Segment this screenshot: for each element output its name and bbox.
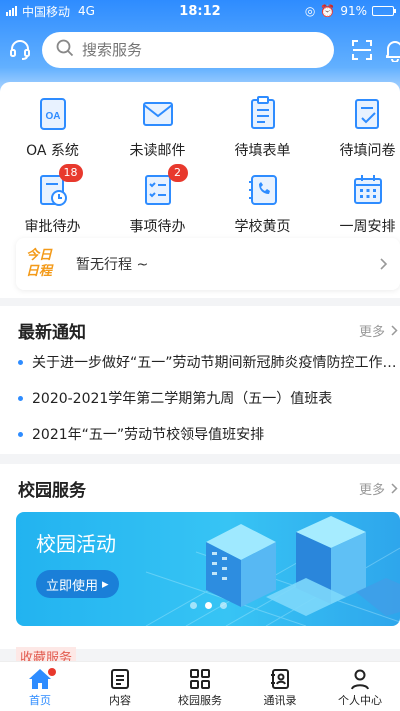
search-input[interactable] <box>82 41 302 59</box>
search-icon <box>56 39 74 61</box>
calendar-icon <box>348 170 388 210</box>
notification-bell-icon[interactable] <box>383 38 400 66</box>
user-icon <box>351 669 369 690</box>
apps-icon <box>190 669 210 689</box>
schedule-text: 暂无行程 ~ <box>76 257 149 273</box>
app-header <box>0 30 400 70</box>
use-now-label: 立即使用 <box>46 577 99 593</box>
quick-item-phonebook[interactable]: 学校黄页 <box>210 170 315 236</box>
tab-label: 校园服务 <box>178 694 222 707</box>
carousel-indicator <box>190 602 227 609</box>
quick-item-label: 学校黄页 <box>234 219 291 235</box>
section-title: 最新通知 <box>18 323 86 343</box>
quick-item-label: OA 系统 <box>26 143 79 159</box>
campus-activity-banner[interactable]: 校园活动 立即使用 ▸ <box>16 512 400 626</box>
quick-item-mail[interactable]: 未读邮件 <box>105 94 210 160</box>
quick-item-oa[interactable]: OA OA 系统 <box>0 94 105 160</box>
quick-item-form[interactable]: 待填表单 <box>210 94 315 160</box>
status-bar: 中国移动 4G 18:12 ◎ ⏰ 91% <box>0 0 400 22</box>
quick-item-label: 未读邮件 <box>129 143 186 159</box>
quick-item-label: 审批待办 <box>24 219 81 235</box>
clock: 18:12 <box>179 3 221 19</box>
approval-count-badge: 18 <box>58 164 83 182</box>
task-count-badge: 2 <box>167 164 188 182</box>
carousel-dot[interactable] <box>220 602 227 609</box>
task-icon: 2 <box>138 164 188 210</box>
form-icon <box>243 94 283 134</box>
quick-item-label: 一周安排 <box>339 219 396 235</box>
notice-item[interactable]: 2020-2021学年第二学期第九周（五一）值班表 <box>18 388 400 408</box>
quick-item-survey[interactable]: 待填问卷 <box>315 94 400 160</box>
battery-icon <box>372 6 396 16</box>
notice-item[interactable]: 2021年“五一”劳动节校领导值班安排 <box>18 424 400 444</box>
use-now-button[interactable]: 立即使用 ▸ <box>36 570 119 598</box>
tag-line-1: 今日 <box>26 248 53 263</box>
phone-book-icon <box>243 170 283 210</box>
tab-label: 首页 <box>29 694 51 707</box>
section-title: 校园服务 <box>18 481 86 501</box>
content-icon <box>111 669 129 689</box>
tab-campus-service[interactable]: 校园服务 <box>160 662 240 711</box>
quick-item-approval[interactable]: 18 审批待办 <box>0 164 105 236</box>
campus-more-link[interactable]: 更多 <box>359 479 398 498</box>
tab-profile[interactable]: 个人中心 <box>320 662 400 711</box>
banner-title: 校园活动 <box>36 532 116 556</box>
carousel-dot[interactable] <box>190 602 197 609</box>
mail-icon <box>138 94 178 134</box>
scan-icon[interactable] <box>350 38 374 66</box>
notice-more-link[interactable]: 更多 <box>359 321 398 340</box>
today-schedule-tag: 今日 日程 <box>26 248 70 280</box>
chevron-right-icon <box>391 325 398 336</box>
oa-icon: OA <box>33 94 73 134</box>
more-label: 更多 <box>358 483 385 498</box>
customer-service-icon[interactable] <box>8 38 32 66</box>
contacts-icon <box>271 669 289 689</box>
tab-label: 通讯录 <box>263 694 297 707</box>
tab-home[interactable]: 首页 <box>0 662 80 711</box>
notice-item[interactable]: 关于进一步做好“五一”劳动节期间新冠肺炎疫情防控工作的通知 <box>18 352 400 372</box>
tab-contacts[interactable]: 通讯录 <box>240 662 320 711</box>
play-arrow-icon: ▸ <box>102 576 109 591</box>
quick-item-week[interactable]: 一周安排 <box>315 170 400 236</box>
today-schedule-card[interactable]: 今日 日程 暂无行程 ~ <box>16 238 400 290</box>
campus-service-section: 校园服务 更多 校园活动 立即使用 ▸ <box>0 464 400 649</box>
chevron-right-icon <box>380 255 388 274</box>
quick-item-label: 事项待办 <box>129 219 186 235</box>
survey-icon <box>348 94 388 134</box>
tab-notification-dot <box>48 668 56 676</box>
latest-notice-section: 最新通知 更多 关于进一步做好“五一”劳动节期间新冠肺炎疫情防控工作的通知 20… <box>0 306 400 454</box>
more-label: 更多 <box>358 325 385 340</box>
svg-text:OA: OA <box>45 111 60 122</box>
quick-item-task[interactable]: 2 事项待办 <box>105 164 210 236</box>
tag-line-2: 日程 <box>26 264 53 279</box>
chevron-right-icon <box>391 483 398 494</box>
bottom-tab-bar: 首页 内容 校园服务 通讯录 个人中心 <box>0 661 400 711</box>
tab-label: 内容 <box>109 694 131 707</box>
tab-content[interactable]: 内容 <box>80 662 160 711</box>
quick-item-label: 待填问卷 <box>339 143 396 159</box>
tab-label: 个人中心 <box>338 694 382 707</box>
quick-item-label: 待填表单 <box>234 143 291 159</box>
carousel-dot-active[interactable] <box>205 602 212 609</box>
search-bar[interactable] <box>42 32 334 68</box>
approval-icon: 18 <box>33 164 83 210</box>
